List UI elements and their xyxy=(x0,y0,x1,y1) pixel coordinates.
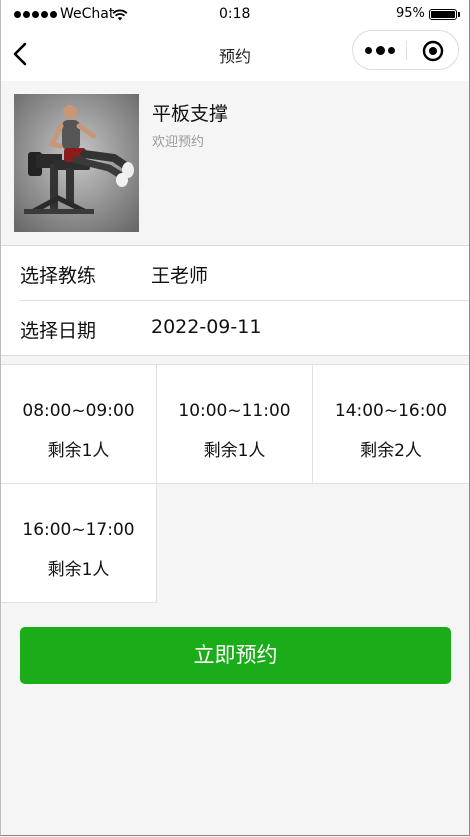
date-value[interactable]: 2022-09-11 xyxy=(151,316,261,338)
course-header: 平板支撑 欢迎预约 xyxy=(1,81,469,245)
coach-label: 选择教练 xyxy=(20,265,97,287)
course-subtitle: 欢迎预约 xyxy=(152,135,205,150)
time-slot[interactable]: 10:00~11:00 剩余1人 xyxy=(157,365,313,484)
battery-percentage: 95% xyxy=(396,6,425,21)
slot-remaining: 剩余2人 xyxy=(360,441,422,461)
wifi-icon xyxy=(112,9,128,21)
app-frame: WeChat 0:18 95% 预约 平板支撑 欢迎预约 选择教练 王老师 选择… xyxy=(0,0,470,836)
signal-strength-icon xyxy=(14,11,57,18)
time-slot[interactable]: 14:00~16:00 剩余2人 xyxy=(313,365,469,484)
slot-remaining: 剩余1人 xyxy=(47,441,110,461)
capsule-divider xyxy=(406,41,407,60)
status-time: 0:18 xyxy=(219,6,251,22)
time-slot[interactable]: 16:00~17:00 剩余1人 xyxy=(1,484,157,603)
coach-value[interactable]: 王老师 xyxy=(151,261,208,288)
slot-time: 10:00~11:00 xyxy=(178,401,291,421)
battery-icon xyxy=(429,9,457,20)
date-label: 选择日期 xyxy=(20,320,97,342)
course-title: 平板支撑 xyxy=(152,103,229,125)
nav-bar: 预约 xyxy=(1,30,469,81)
carrier-name: WeChat xyxy=(60,6,115,22)
slot-time: 08:00~09:00 xyxy=(22,401,135,421)
booking-form: 选择教练 王老师 选择日期 2022-09-11 xyxy=(1,245,469,356)
date-picker[interactable]: 选择日期 2022-09-11 xyxy=(1,301,469,355)
exercise-photo xyxy=(14,94,139,232)
more-dots-icon[interactable] xyxy=(365,44,395,56)
book-now-button[interactable]: 立即预约 xyxy=(20,627,451,684)
target-circle-icon[interactable] xyxy=(422,40,444,62)
slot-remaining: 剩余1人 xyxy=(47,560,110,580)
battery-tip xyxy=(458,12,460,17)
status-bar: WeChat 0:18 95% xyxy=(1,0,469,30)
slot-time: 14:00~16:00 xyxy=(334,401,448,421)
slot-remaining: 剩余1人 xyxy=(203,441,266,461)
time-slot[interactable]: 08:00~09:00 剩余1人 xyxy=(1,365,157,484)
capsule-menu xyxy=(352,30,459,70)
slot-time: 16:00~17:00 xyxy=(22,520,135,540)
coach-picker[interactable]: 选择教练 王老师 xyxy=(1,246,469,301)
